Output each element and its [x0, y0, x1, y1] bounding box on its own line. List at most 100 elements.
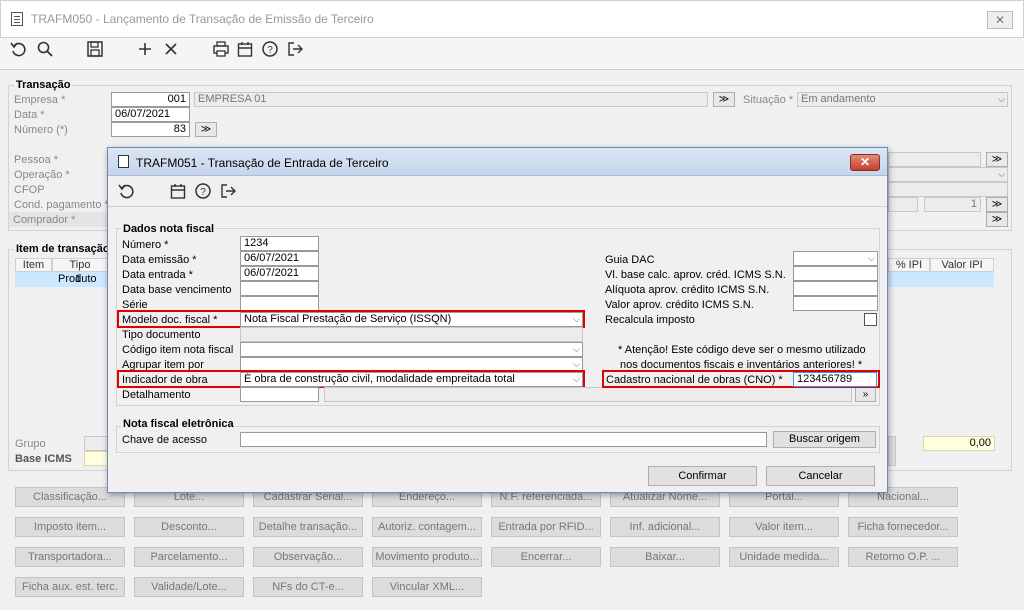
help-icon[interactable]: ? [192, 180, 214, 202]
grupo-label: Grupo [15, 438, 46, 450]
bottom-button-1-3[interactable]: Autoriz. contagem... [372, 517, 482, 537]
buscar-origem-button[interactable]: Buscar origem [773, 431, 876, 448]
divider-stub [888, 436, 896, 466]
detalhamento-field[interactable] [240, 387, 319, 402]
add-icon[interactable] [134, 38, 156, 60]
cancelar-button[interactable]: Cancelar [766, 466, 875, 486]
data-field[interactable]: 06/07/2021 [111, 107, 190, 122]
bottom-button-1-6[interactable]: Valor item... [729, 517, 839, 537]
pessoa-lookup-button[interactable]: ≫ [986, 152, 1008, 167]
numero-lookup-button[interactable]: ≫ [195, 122, 217, 137]
operacao-field: ⌵ [888, 167, 1008, 182]
empresa-lookup-button[interactable]: ≫ [713, 92, 735, 107]
tipo-documento-label: Tipo documento [122, 329, 201, 341]
comprador-label: Comprador * [13, 214, 76, 226]
empresa-code-field[interactable]: 001 [111, 92, 190, 107]
valor-aprov-field[interactable] [793, 296, 878, 311]
bottom-button-2-0[interactable]: Transportadora... [15, 547, 125, 567]
bottom-button-3-0[interactable]: Ficha aux. est. terc. [15, 577, 125, 597]
emissao-field[interactable]: 06/07/2021 [240, 251, 319, 266]
recalcula-label: Recalcula imposto [605, 314, 695, 326]
svg-text:?: ? [267, 45, 273, 56]
cno-field[interactable]: 123456789 [793, 372, 877, 387]
vl-base-field[interactable] [793, 266, 878, 281]
cond-lookup-button[interactable]: ≫ [986, 197, 1008, 212]
exit-icon[interactable] [284, 38, 306, 60]
situacao-label: Situação * [743, 94, 794, 106]
bottom-button-3-3[interactable]: Vincular XML... [372, 577, 482, 597]
delete-icon[interactable] [160, 38, 182, 60]
entrada-label: Data entrada * [122, 269, 193, 281]
modelo-label: Modelo doc. fiscal * [122, 314, 218, 326]
situacao-value: Em andamento [801, 93, 876, 105]
pessoa-field [888, 152, 981, 167]
save-icon[interactable] [84, 38, 106, 60]
col-valor-ipi-header[interactable]: Valor IPI [930, 258, 994, 272]
recalcula-checkbox[interactable] [864, 313, 877, 326]
bottom-button-2-3[interactable]: Movimento produto... [372, 547, 482, 567]
undo-icon[interactable] [8, 38, 30, 60]
base-vencimento-field[interactable] [240, 281, 319, 296]
bottom-button-1-0[interactable]: Imposto item... [15, 517, 125, 537]
bottom-button-1-5[interactable]: Inf. adicional... [610, 517, 720, 537]
bottom-button-1-1[interactable]: Desconto... [134, 517, 244, 537]
guia-dac-select[interactable]: ⌵ [793, 251, 878, 266]
close-window-button[interactable]: ✕ [987, 11, 1013, 29]
calendar-icon[interactable] [234, 38, 256, 60]
numero-field[interactable]: 83 [111, 122, 190, 137]
modelo-select[interactable]: Nota Fiscal Prestação de Serviço (ISSQN)… [240, 312, 583, 327]
bottom-button-1-7[interactable]: Ficha fornecedor... [848, 517, 958, 537]
data-label: Data * [14, 109, 45, 121]
emissao-label: Data emissão * [122, 254, 197, 266]
indicador-label: Indicador de obra [122, 374, 208, 386]
confirmar-button[interactable]: Confirmar [648, 466, 757, 486]
help-icon[interactable]: ? [259, 38, 281, 60]
cond-pagamento-number: 1 [924, 197, 981, 212]
bottom-button-2-4[interactable]: Encerrar... [491, 547, 601, 567]
bottom-button-1-2[interactable]: Detalhe transação... [253, 517, 363, 537]
chevron-down-icon: ⌵ [998, 94, 1005, 104]
chevron-down-icon: ⌵ [573, 344, 580, 354]
entrada-field[interactable]: 06/07/2021 [240, 266, 319, 281]
calendar-icon[interactable] [167, 180, 189, 202]
bottom-button-1-4[interactable]: Entrada por RFID... [491, 517, 601, 537]
empresa-name-field: EMPRESA 01 [194, 92, 708, 107]
col-item-header[interactable]: Item [15, 258, 52, 272]
dados-nota-title: Dados nota fiscal [121, 223, 217, 235]
exit-icon[interactable] [217, 180, 239, 202]
transacao-entrada-dialog: TRAFM051 - Transação de Entrada de Terce… [107, 147, 888, 493]
serie-field[interactable] [240, 296, 319, 311]
bottom-button-3-1[interactable]: Validade/Lote... [134, 577, 244, 597]
bottom-button-3-2[interactable]: NFs do CT-e... [253, 577, 363, 597]
base-value-field: 0,00 [923, 436, 995, 451]
row-tipo-cell: Produto [58, 273, 97, 285]
numero-label: Número (*) [14, 124, 68, 136]
aliquota-label: Alíquota aprov. crédito ICMS S.N. [605, 284, 770, 296]
aliquota-field[interactable] [793, 281, 878, 296]
dialog-title: TRAFM051 - Transação de Entrada de Terce… [136, 156, 389, 170]
nf-numero-label: Número * [122, 239, 169, 251]
bottom-button-2-1[interactable]: Parcelamento... [134, 547, 244, 567]
guia-dac-label: Guia DAC [605, 254, 655, 266]
tipo-documento-field [240, 327, 583, 342]
undo-icon[interactable] [116, 180, 138, 202]
bottom-button-2-2[interactable]: Observação... [253, 547, 363, 567]
bottom-button-2-7[interactable]: Retorno O.P. ... [848, 547, 958, 567]
nf-numero-field[interactable]: 1234 [240, 236, 319, 251]
comprador-lookup-button[interactable]: ≫ [986, 212, 1008, 227]
situacao-select[interactable]: Em andamento ⌵ [797, 92, 1008, 107]
pessoa-label: Pessoa * [14, 154, 59, 166]
bottom-button-2-5[interactable]: Baixar... [610, 547, 720, 567]
print-icon[interactable] [210, 38, 232, 60]
col-tipo-header[interactable]: Tipo [52, 258, 108, 272]
search-icon[interactable] [34, 38, 56, 60]
dialog-close-button[interactable]: ✕ [850, 154, 880, 171]
chave-acesso-field[interactable] [240, 432, 767, 447]
main-title-bar: TRAFM050 - Lançamento de Transação de Em… [0, 0, 1024, 38]
detalhamento-lookup-button[interactable]: » [855, 387, 876, 402]
codigo-item-select[interactable]: ⌵ [240, 342, 583, 357]
base-icms-field [84, 451, 108, 466]
col-ipi-header[interactable]: % IPI [888, 258, 930, 272]
bottom-button-2-6[interactable]: Unidade medida... [729, 547, 839, 567]
indicador-select[interactable]: É obra de construção civil, modalidade e… [240, 372, 583, 387]
